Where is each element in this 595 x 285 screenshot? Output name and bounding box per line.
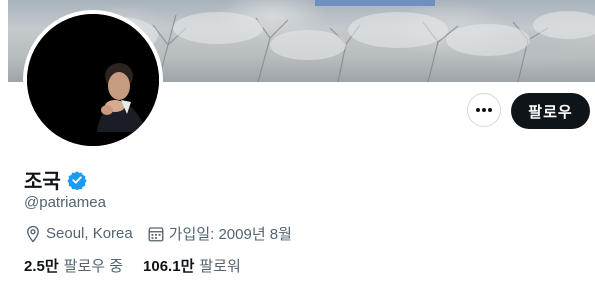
location-pin-icon: [27, 225, 39, 243]
profile-stats-row: 2.5만 팔로우 중 106.1만 팔로워: [24, 255, 261, 276]
followers-label: 팔로워: [199, 258, 241, 275]
profile-name-row: 조국: [24, 165, 87, 194]
following-count: 2.5만: [24, 258, 59, 275]
more-dots-icon: [476, 108, 492, 112]
joined-item: 가입일: 2009년 8월: [147, 223, 292, 244]
verified-badge-icon[interactable]: [67, 170, 87, 190]
more-options-button[interactable]: [467, 93, 501, 127]
profile-name: 조국: [24, 171, 61, 193]
follow-button[interactable]: 팔로우: [511, 93, 590, 129]
joined-text: 가입일: 2009년 8월: [168, 226, 292, 243]
following-label: 팔로우 중: [63, 258, 124, 275]
avatar-portrait-image: [27, 14, 159, 146]
calendar-icon: [148, 226, 164, 241]
location-text: Seoul, Korea: [46, 225, 133, 242]
profile-avatar[interactable]: [23, 10, 163, 150]
profile-meta-row: Seoul, Korea 가입일: 2009년 8월: [24, 223, 306, 244]
followers-count: 106.1만: [143, 258, 195, 275]
profile-handle: @patriamea: [24, 194, 106, 211]
following-link[interactable]: 2.5만 팔로우 중: [24, 255, 123, 276]
location-item: Seoul, Korea: [24, 225, 133, 243]
followers-link[interactable]: 106.1만 팔로워: [143, 255, 241, 276]
